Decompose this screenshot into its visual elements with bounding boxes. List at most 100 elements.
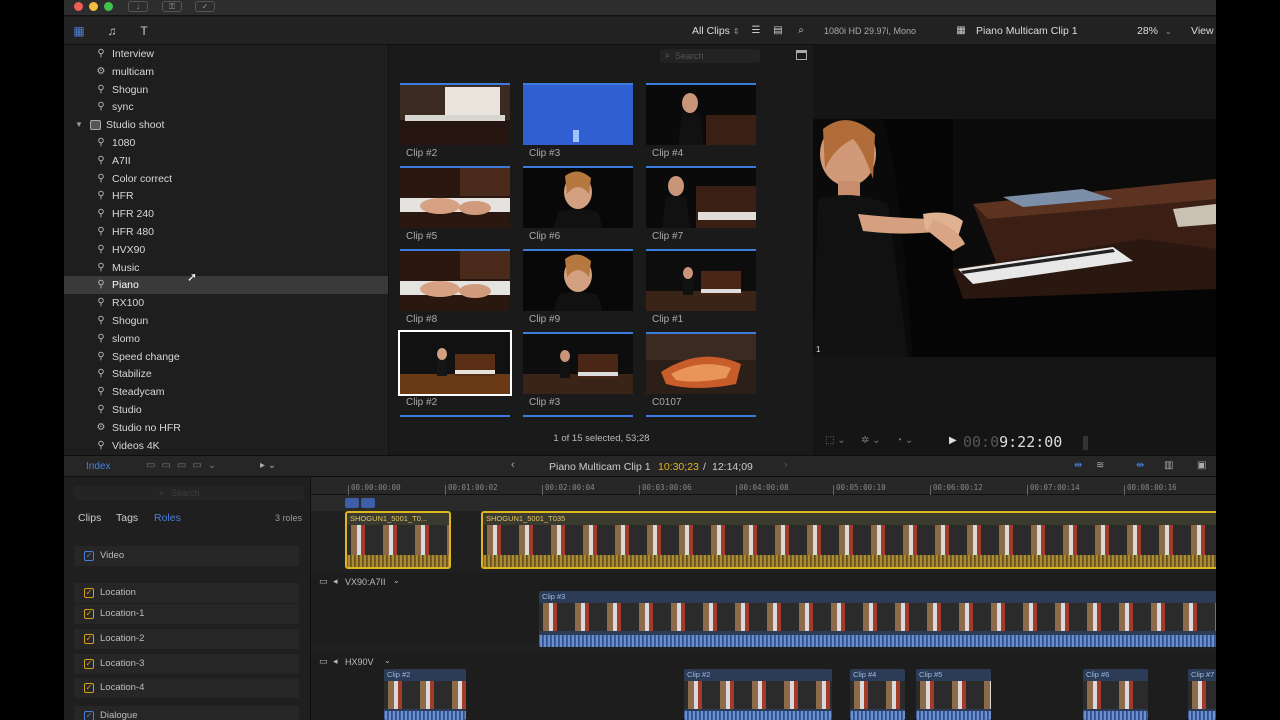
import-button[interactable]: ↓	[128, 1, 148, 12]
enhance-menu[interactable]: ✲ ⌄	[861, 435, 881, 446]
photos-audio-button[interactable]: ♫	[105, 24, 119, 38]
index-search-field[interactable]: ⌕ Search	[74, 486, 304, 500]
clip-thumbnail[interactable]	[398, 330, 512, 396]
sidebar-item-stabilize[interactable]: ⚲ Stabilize	[64, 365, 388, 383]
angle-b-clip[interactable]: Clip #4	[850, 669, 905, 720]
tab-roles[interactable]: Roles	[154, 512, 181, 524]
zoom-window-button[interactable]	[104, 2, 113, 11]
search-field[interactable]: ⌕ Search	[660, 49, 760, 63]
sidebar-item-piano[interactable]: ⚲ Piano	[64, 276, 388, 295]
sidebar-item-shogun[interactable]: ⚲ Shogun	[64, 312, 388, 330]
sidebar-item-hvx90[interactable]: ⚲ HVX90	[64, 241, 388, 259]
sidebar-item-studio-no-hfr[interactable]: ⚙ Studio no HFR	[64, 419, 388, 437]
clip-thumbnail[interactable]	[400, 83, 510, 145]
sidebar-item-studio[interactable]: ⚲ Studio	[64, 401, 388, 419]
role-row-location[interactable]: ✓ Location	[74, 583, 299, 603]
role-row-video[interactable]: ✓ Video	[74, 546, 299, 566]
index-button[interactable]: Index	[86, 461, 110, 472]
angle-b-clip[interactable]: Clip #5	[916, 669, 991, 720]
sidebar-item-1080[interactable]: ⚲ 1080	[64, 134, 388, 152]
close-window-button[interactable]	[74, 2, 83, 11]
browser-search-button[interactable]: ⌕	[794, 24, 808, 38]
sidebar-item-color-correct[interactable]: ⚲ Color correct	[64, 170, 388, 188]
speaker-icon[interactable]: ◂	[333, 656, 338, 667]
clip-thumbnail[interactable]	[400, 166, 510, 228]
role-checkbox[interactable]: ✓	[84, 609, 94, 619]
forward-button[interactable]: ›	[784, 459, 788, 471]
angle-b-clip[interactable]: Clip #2	[684, 669, 832, 720]
filmstrip-toggle-icon[interactable]	[796, 50, 807, 60]
disclosure-triangle-icon[interactable]: ▼	[75, 116, 83, 134]
role-checkbox[interactable]: ✓	[84, 551, 94, 561]
role-checkbox[interactable]: ✓	[84, 634, 94, 644]
role-row-location-4[interactable]: ✓ Location-4	[74, 678, 299, 698]
clip-thumbnail-partial[interactable]	[523, 415, 633, 431]
sidebar-item-hfr-240[interactable]: ⚲ HFR 240	[64, 205, 388, 223]
role-row-dialogue[interactable]: ✓ Dialogue	[74, 706, 299, 720]
clip-thumbnail[interactable]	[523, 332, 633, 394]
minimize-window-button[interactable]	[89, 2, 98, 11]
sidebar-item-multicam[interactable]: ⚙ multicam	[64, 63, 388, 81]
zoom-dropdown[interactable]: 28% ⌄	[1137, 25, 1172, 37]
role-checkbox[interactable]: ✓	[84, 659, 94, 669]
clip-appearance-button[interactable]: ☰	[749, 24, 763, 38]
retime-menu[interactable]: ◔ ⌄	[896, 435, 913, 446]
angle-a-clip[interactable]: Clip #3	[539, 591, 1216, 647]
chevron-down-icon[interactable]: ⌄	[393, 576, 400, 585]
clip-appearance-timeline-button[interactable]: ▥	[1164, 460, 1173, 471]
monitor-icon[interactable]: ▭	[319, 656, 328, 667]
clip-thumbnail[interactable]	[400, 249, 510, 311]
sidebar-item-rx100[interactable]: ⚲ RX100	[64, 294, 388, 312]
clip-thumbnail[interactable]	[646, 166, 756, 228]
angle-b-clip[interactable]: Clip #2	[384, 669, 466, 720]
sidebar-item-shogun[interactable]: ⚲ Shogun	[64, 81, 388, 99]
clip-thumbnail[interactable]	[523, 249, 633, 311]
sidebar-item-a7ii[interactable]: ⚲ A7II	[64, 152, 388, 170]
transform-menu[interactable]: ⬚ ⌄	[825, 435, 846, 446]
role-row-location-1[interactable]: ✓ Location-1	[74, 604, 299, 624]
clip-filter-dropdown[interactable]: All Clips ⇕	[692, 25, 740, 37]
background-tasks-button[interactable]: ✓	[195, 1, 215, 12]
skimming-button[interactable]: ⇹	[1074, 460, 1082, 471]
clip-thumbnail[interactable]	[523, 166, 633, 228]
clip-thumbnail[interactable]	[523, 83, 633, 145]
angle-viewer-button[interactable]: ▦	[954, 24, 968, 38]
effects-browser-button[interactable]: ▣	[1197, 460, 1206, 471]
sidebar-item-videos-4k[interactable]: ⚲ Videos 4K	[64, 437, 388, 455]
view-menu[interactable]: View	[1191, 25, 1214, 37]
sidebar-item-hfr-480[interactable]: ⚲ HFR 480	[64, 223, 388, 241]
angle-b-clip[interactable]: Clip #6	[1083, 669, 1148, 720]
libraries-button[interactable]: ▦	[72, 24, 86, 38]
sidebar-item-music[interactable]: ⚲ Music	[64, 259, 388, 277]
titles-generators-button[interactable]: T	[137, 24, 151, 38]
role-checkbox[interactable]: ✓	[84, 683, 94, 693]
audio-skimming-button[interactable]: ≋	[1096, 460, 1104, 471]
sidebar-item-speed-change[interactable]: ⚲ Speed change	[64, 348, 388, 366]
edit-buttons[interactable]: ▭▭▭▭⌄	[146, 460, 222, 471]
role-checkbox[interactable]: ✓	[84, 711, 94, 720]
video-angle-icon[interactable]	[345, 498, 359, 508]
sidebar-item-interview[interactable]: ⚲ Interview	[64, 45, 388, 63]
sidebar-item-sync[interactable]: ⚲ sync	[64, 98, 388, 116]
angle-b-clip[interactable]: Clip #7	[1188, 669, 1216, 720]
tab-clips[interactable]: Clips	[78, 512, 101, 524]
back-button[interactable]: ‹	[511, 459, 515, 471]
sidebar-item-hfr[interactable]: ⚲ HFR	[64, 187, 388, 205]
keyword-editor-button[interactable]: ⚿	[162, 1, 182, 12]
primary-clip-2[interactable]: SHOGUN1_5001_T035	[481, 511, 1216, 569]
tab-tags[interactable]: Tags	[116, 512, 138, 524]
audio-angle-icon[interactable]	[361, 498, 375, 508]
play-button[interactable]: ▶	[949, 435, 957, 446]
clip-thumbnail[interactable]	[646, 332, 756, 394]
sidebar-item-studio-shoot[interactable]: ▼ Studio shoot	[64, 116, 388, 134]
primary-clip-1[interactable]: SHOGUN1_5001_T0...	[345, 511, 451, 569]
chevron-down-icon[interactable]: ⌄	[384, 656, 391, 665]
clip-thumbnail-partial[interactable]	[646, 415, 756, 431]
clip-thumbnail[interactable]	[646, 249, 756, 311]
filmstrip-view-button[interactable]: ▤	[771, 24, 785, 38]
snapping-button[interactable]: ⇹	[1136, 460, 1144, 471]
sidebar-item-slomo[interactable]: ⚲ slomo	[64, 330, 388, 348]
clip-thumbnail-partial[interactable]	[400, 415, 510, 431]
monitor-icon[interactable]: ▭	[319, 576, 328, 587]
role-row-location-3[interactable]: ✓ Location-3	[74, 654, 299, 674]
